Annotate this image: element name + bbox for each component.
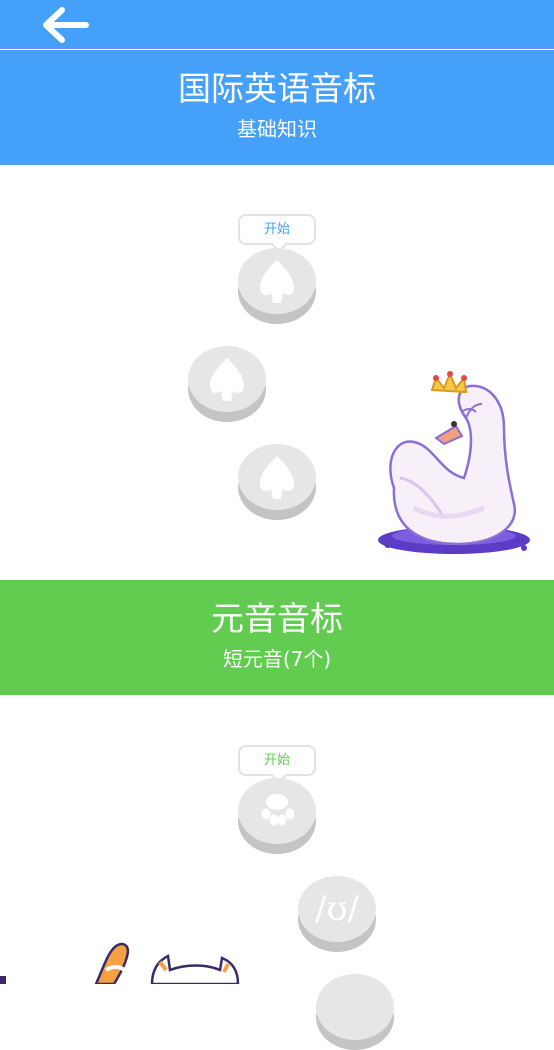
scroll-edge-mark xyxy=(0,976,6,984)
section-subtitle: 基础知识 xyxy=(237,117,317,141)
swan-illustration xyxy=(378,371,530,554)
phonetic-symbol: /ʊ/ xyxy=(315,889,359,929)
lesson-node-next[interactable] xyxy=(316,974,394,1050)
lesson-node-1[interactable] xyxy=(238,248,316,324)
arrow-left-icon[interactable] xyxy=(38,4,94,46)
leaf-icon xyxy=(210,358,244,401)
start-bubble[interactable]: 开始 xyxy=(238,214,316,253)
cat-illustration xyxy=(94,942,240,984)
lesson-node-paw[interactable] xyxy=(238,778,316,854)
section-banner-vowels: 元音音标 短元音(7个) xyxy=(0,580,554,695)
leaf-icon xyxy=(260,260,294,303)
start-bubble[interactable]: 开始 xyxy=(238,745,316,784)
section-banner-basics: 国际英语音标 基础知识 xyxy=(0,50,554,165)
section-title: 国际英语音标 xyxy=(178,69,376,108)
lesson-node-2[interactable] xyxy=(188,346,266,422)
section-subtitle: 短元音(7个) xyxy=(222,647,332,671)
leaf-icon xyxy=(260,456,294,499)
section-title: 元音音标 xyxy=(211,599,343,638)
divider xyxy=(0,48,554,49)
start-label: 开始 xyxy=(263,222,290,237)
lesson-node-u[interactable]: /ʊ/ xyxy=(298,876,376,952)
lesson-node-3[interactable] xyxy=(238,444,316,520)
start-label: 开始 xyxy=(263,753,290,768)
paw-icon xyxy=(261,794,295,826)
top-app-bar xyxy=(0,0,554,49)
